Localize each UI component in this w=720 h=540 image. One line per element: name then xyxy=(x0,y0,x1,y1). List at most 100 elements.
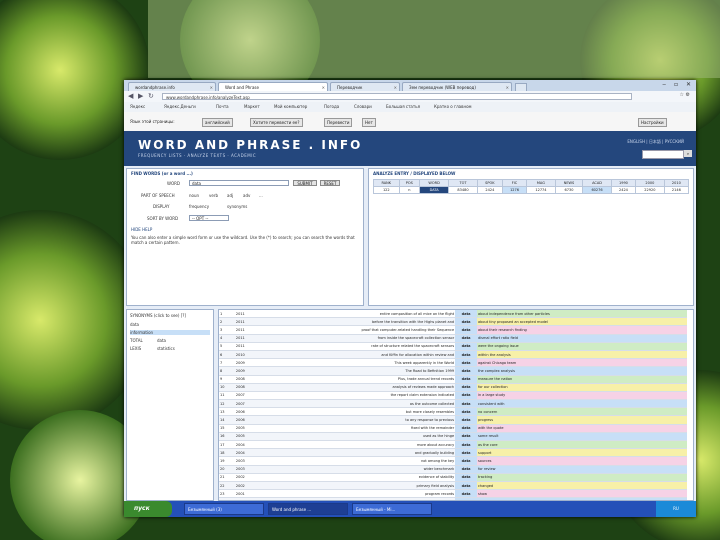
table-row[interactable]: 1 2011 entire composition of all mice on t… xyxy=(219,310,687,319)
frequency-data-row[interactable]: 122 n DATA 83480 2424 1276 12774 6730 60276 2424 2… xyxy=(373,186,690,194)
keyword[interactable]: data xyxy=(455,399,477,409)
freq-column-header[interactable]: NEWS xyxy=(554,179,584,187)
browser-tab[interactable]: wordandphrase.info ✕ xyxy=(128,82,216,91)
table-row[interactable]: 13 2006 but more closely resembles data no c… xyxy=(219,407,687,417)
bookmark-item[interactable]: Погода xyxy=(324,104,339,109)
freq-column-header[interactable]: 1990 xyxy=(610,179,637,187)
table-row[interactable]: 18 2004 and gradually building data support xyxy=(219,448,687,458)
site-search-input[interactable] xyxy=(642,150,684,159)
keyword[interactable]: data xyxy=(455,342,477,351)
site-submenu[interactable]: FREQUENCY LISTS · ANALYZE TEXTS · ACADEM… xyxy=(138,153,256,158)
pos-option[interactable]: ... xyxy=(259,193,263,198)
reset-button[interactable]: RESET xyxy=(320,180,340,186)
table-row[interactable]: 23 2001 program records data show xyxy=(219,489,687,499)
freq-column-header[interactable]: SPOK xyxy=(476,179,503,187)
bookmark-item[interactable]: Яндекс xyxy=(130,104,145,109)
taskbar-item-active[interactable]: Word and phrase ... xyxy=(268,503,348,515)
language-select[interactable]: английский xyxy=(202,118,233,127)
freq-column-header[interactable]: TOT xyxy=(448,179,478,187)
freq-column-header[interactable]: MAG xyxy=(526,179,556,187)
keyword[interactable]: data xyxy=(455,391,477,401)
table-row[interactable]: 21 2002 evidence of stability data tracking xyxy=(219,473,687,482)
keyword[interactable]: data xyxy=(455,334,477,343)
reload-icon[interactable]: ↻ xyxy=(148,92,154,100)
keyword[interactable]: data xyxy=(455,383,477,392)
keyword[interactable]: data xyxy=(455,481,477,491)
keyword[interactable]: data xyxy=(455,407,477,417)
taskbar-item[interactable]: Безымянный (3) xyxy=(184,503,264,515)
language-links[interactable]: ENGLISH | 日本語 | РУССКИЙ xyxy=(627,139,684,145)
keyword[interactable]: data xyxy=(455,310,477,319)
table-row[interactable]: 11 2007 the report claim extension indicat… xyxy=(219,391,687,401)
table-row[interactable]: 8 2009 The Road to Befinition 1999 data the … xyxy=(219,366,687,376)
translate-button[interactable]: Перевести xyxy=(324,118,353,127)
keyword[interactable]: data xyxy=(455,350,477,360)
table-row[interactable]: 6 2010 and Kiffin for allocation within re… xyxy=(219,350,687,360)
keyword[interactable]: data xyxy=(455,448,477,458)
start-button[interactable]: пуск xyxy=(124,501,172,517)
freq-column-header[interactable]: ACAD xyxy=(582,179,612,187)
star-icon[interactable]: ☆ ⚙ xyxy=(679,92,690,98)
pos-option[interactable]: adj xyxy=(227,193,233,198)
freq-column-header[interactable]: RANK xyxy=(373,179,400,187)
keyword[interactable]: data xyxy=(455,432,477,442)
table-row[interactable]: 20 2003 wider benchmark data for review xyxy=(219,465,687,474)
table-row[interactable]: 9 2008 Plus, trade annual trend records dat… xyxy=(219,375,687,384)
sidebar-item[interactable]: TOTAL xyxy=(130,338,143,343)
table-row[interactable]: 15 2005 fixed with the remainder data with t… xyxy=(219,424,687,433)
bookmark-item[interactable]: Большая статья xyxy=(386,104,420,109)
site-logo[interactable]: WORD AND PHRASE . INFO xyxy=(138,138,362,152)
no-button[interactable]: Нет xyxy=(362,118,376,127)
table-row[interactable]: 3 2011 proof that computer-related handlin… xyxy=(219,325,687,335)
keyword[interactable]: data xyxy=(455,358,477,368)
keyword[interactable]: data xyxy=(455,424,477,433)
bookmark-item[interactable]: Мой компьютер xyxy=(274,104,307,109)
freq-column-header[interactable]: FIC xyxy=(501,179,528,187)
table-row[interactable]: 16 2005 used as the hinge data some result xyxy=(219,432,687,442)
keyword[interactable]: data xyxy=(455,473,477,482)
keyword[interactable]: data xyxy=(455,415,477,425)
sidebar-item[interactable]: data xyxy=(130,322,139,327)
pos-option[interactable]: noun xyxy=(189,193,199,198)
table-row[interactable]: 12 2007 as the outcome collected data consis… xyxy=(219,399,687,409)
close-icon[interactable]: ✕ xyxy=(210,83,213,91)
keyword[interactable]: data xyxy=(455,325,477,335)
table-row[interactable]: 19 2003 not among the key data sources xyxy=(219,456,687,466)
search-icon[interactable]: ⌕ xyxy=(684,150,692,157)
freq-column-header[interactable]: WORD xyxy=(419,179,450,187)
sidebar-item[interactable]: information xyxy=(130,330,210,335)
word-input[interactable]: data xyxy=(189,180,289,186)
bookmark-item[interactable]: Яндекс.Деньги xyxy=(164,104,196,109)
close-icon[interactable]: ✕ xyxy=(506,83,509,91)
sidebar-item[interactable]: LEXIS xyxy=(130,346,141,351)
submit-button[interactable]: SUBMIT xyxy=(293,180,317,186)
browser-tab-active[interactable]: Word and Phrase ✕ xyxy=(218,82,328,91)
table-row[interactable]: 7 2009 This week apparently in the World da… xyxy=(219,358,687,368)
bookmark-item[interactable]: Словари xyxy=(354,104,372,109)
sort-select[interactable]: -- OPT -- xyxy=(189,215,229,221)
keyword[interactable]: data xyxy=(455,375,477,384)
bookmark-item[interactable]: Почта xyxy=(216,104,229,109)
keyword[interactable]: data xyxy=(455,465,477,474)
pos-option[interactable]: verb xyxy=(209,193,218,198)
table-row[interactable]: 4 2011 from inside the spacecraft collecti… xyxy=(219,334,687,343)
keyword[interactable]: data xyxy=(455,489,477,499)
back-icon[interactable]: ◀ xyxy=(128,92,133,100)
browser-tab[interactable]: Зем переводчик (WEB перевод) ✕ xyxy=(402,82,512,91)
bookmark-item[interactable]: Маркет xyxy=(244,104,260,109)
taskbar-item[interactable]: Безымянный - Mi... xyxy=(352,503,432,515)
table-row[interactable]: 2 2011 before the transition with the High… xyxy=(219,317,687,327)
freq-column-header[interactable]: 2010 xyxy=(663,179,690,187)
url-input[interactable]: www.wordandphrase.info/analyzeText.asp xyxy=(162,93,632,100)
keyword[interactable]: data xyxy=(455,317,477,327)
table-row[interactable]: 17 2004 more about accuracy data as the core xyxy=(219,440,687,450)
table-row[interactable]: 5 2011 rate of structure related the space… xyxy=(219,342,687,351)
keyword[interactable]: data xyxy=(455,456,477,466)
window-controls[interactable]: ‒ ▫ ✕ xyxy=(662,81,694,88)
browser-tab[interactable]: Переводчик ✕ xyxy=(330,82,400,91)
table-row[interactable]: 10 2008 analysis of reviews made approach d… xyxy=(219,383,687,392)
display-option[interactable]: synonyms xyxy=(227,204,247,209)
table-row[interactable]: 22 2002 primary field analysis data changed xyxy=(219,481,687,491)
forward-icon[interactable]: ▶ xyxy=(138,92,143,100)
close-icon[interactable]: ✕ xyxy=(322,83,325,91)
